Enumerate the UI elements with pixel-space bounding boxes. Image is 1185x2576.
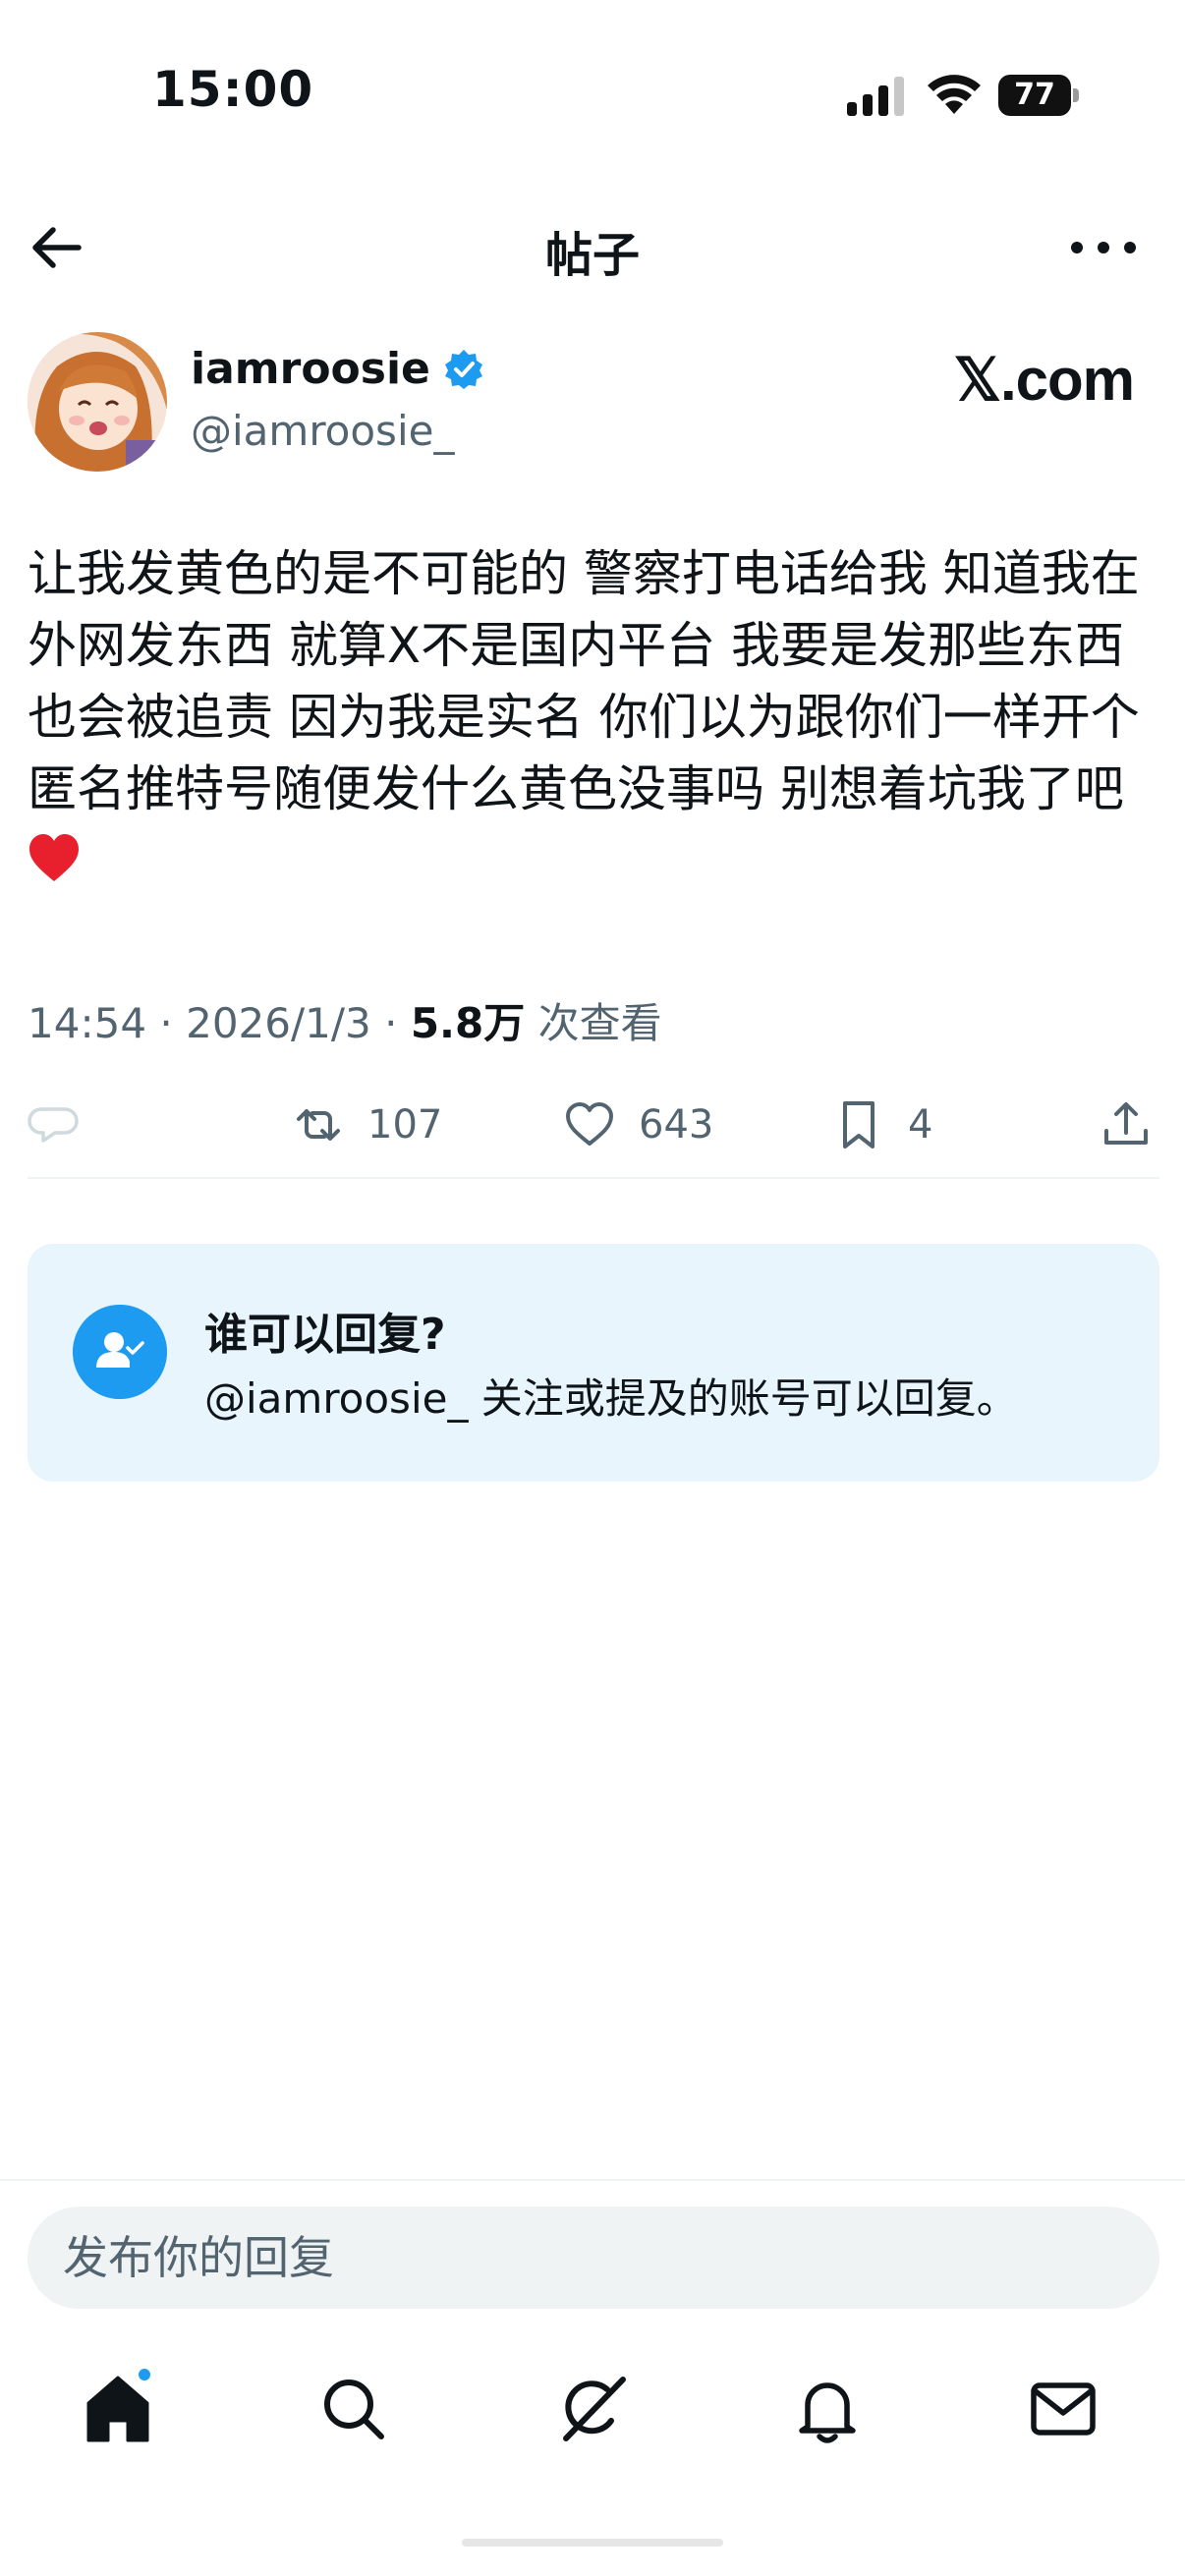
envelope-icon xyxy=(1031,2382,1096,2436)
tab-home[interactable] xyxy=(79,2366,157,2448)
post-detail-screen: 15:00 77 帖子 iamroosie @iamroosie_ 𝕏.com … xyxy=(0,0,1185,2576)
site-watermark: 𝕏.com xyxy=(953,347,1135,413)
heart-icon xyxy=(566,1102,613,1146)
bookmark-button[interactable]: 4 xyxy=(831,1092,932,1157)
repost-icon xyxy=(297,1109,340,1141)
verified-badge-icon xyxy=(444,349,482,389)
post-date: 2026/1/3 xyxy=(186,999,371,1047)
search-icon xyxy=(324,2380,384,2439)
divider xyxy=(0,2179,1185,2181)
notification-dot xyxy=(136,2366,153,2383)
home-indicator xyxy=(462,2539,723,2547)
post-text: 让我发黄色的是不可能的 警察打电话给我 知道我在外网发东西 就算X不是国内平台 … xyxy=(28,538,1163,897)
more-options-icon[interactable] xyxy=(1071,218,1136,277)
view-label: 次查看 xyxy=(537,999,662,1047)
like-count: 643 xyxy=(639,1102,714,1148)
page-title: 帖子 xyxy=(544,228,640,283)
reply-button[interactable] xyxy=(28,1092,83,1157)
reply-card-title: 谁可以回复? xyxy=(204,1310,446,1360)
bell-icon xyxy=(799,2382,856,2443)
action-bar: 107 643 4 xyxy=(28,1092,1163,1157)
post-body: 让我发黄色的是不可能的 警察打电话给我 知道我在外网发东西 就算X不是国内平台 … xyxy=(28,545,1140,817)
avatar[interactable] xyxy=(28,332,167,472)
who-can-reply-card: 谁可以回复? @iamroosie_ 关注或提及的账号可以回复。 xyxy=(28,1244,1159,1482)
battery-level: 77 xyxy=(998,75,1071,116)
wifi-icon xyxy=(928,75,981,114)
cellular-signal-icon xyxy=(847,77,904,116)
tab-grok[interactable] xyxy=(552,2370,631,2448)
bookmark-count: 4 xyxy=(908,1102,933,1148)
reply-card-description: @iamroosie_ 关注或提及的账号可以回复。 xyxy=(204,1374,1018,1423)
author-name: iamroosie xyxy=(191,344,430,394)
user-check-icon xyxy=(73,1305,167,1399)
tab-messages[interactable] xyxy=(1024,2370,1102,2448)
battery-icon: 77 xyxy=(998,75,1079,116)
reply-icon xyxy=(28,1107,79,1143)
view-count: 5.8万 xyxy=(410,999,526,1047)
tab-notifications[interactable] xyxy=(788,2370,867,2448)
status-time: 15:00 xyxy=(152,61,314,118)
repost-count: 107 xyxy=(367,1102,443,1148)
repost-button[interactable]: 107 xyxy=(291,1092,442,1157)
like-button[interactable]: 643 xyxy=(562,1092,713,1157)
bookmark-icon xyxy=(843,1101,875,1148)
heart-emoji-icon xyxy=(29,834,79,881)
author-handle[interactable]: @iamroosie_ xyxy=(191,407,454,455)
divider xyxy=(28,1177,1159,1179)
grok-icon xyxy=(563,2377,626,2441)
post-time: 14:54 xyxy=(28,999,147,1047)
share-button[interactable] xyxy=(1099,1092,1154,1157)
tab-search[interactable] xyxy=(314,2370,393,2448)
post-meta: 14:54 · 2026/1/3 · 5.8万 次查看 xyxy=(28,999,662,1047)
share-icon xyxy=(1104,1102,1148,1145)
reply-input[interactable]: 发布你的回复 xyxy=(28,2207,1159,2309)
author-display-name[interactable]: iamroosie xyxy=(191,344,485,394)
